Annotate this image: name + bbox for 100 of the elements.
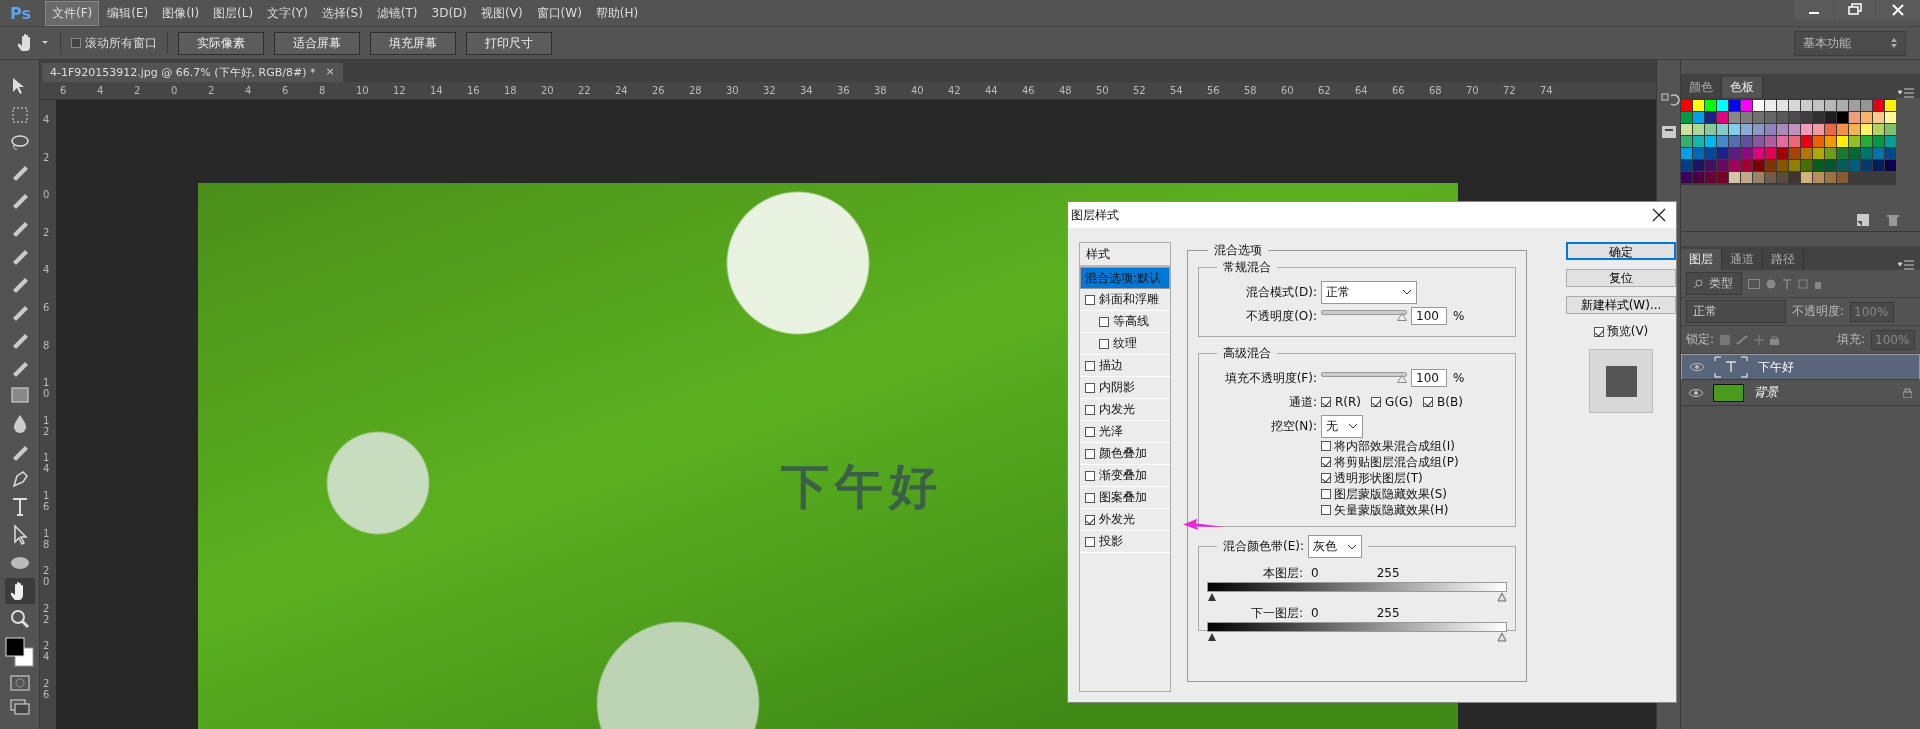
menu-item[interactable]: 帮助(H) (589, 1, 645, 25)
checkbox-label: 滚动所有窗口 (85, 34, 157, 52)
style-label: 等高线 (1113, 313, 1149, 330)
panel-tab[interactable]: 通道 (1722, 249, 1763, 270)
checkbox-label: 矢量蒙版隐藏效果(H) (1334, 501, 1449, 519)
style-item[interactable]: 等高线 (1080, 311, 1170, 333)
option-button[interactable]: 填充屏幕 (370, 31, 456, 55)
menu-item[interactable]: 文件(F) (44, 0, 100, 26)
ruler-number: 32 (762, 85, 777, 96)
ruler-number: 68 (1428, 85, 1443, 96)
ruler-number: 24 (614, 85, 629, 96)
style-item[interactable]: 光泽 (1080, 421, 1170, 443)
style-item[interactable]: 颜色叠加 (1080, 443, 1170, 465)
menu-item[interactable]: 选择(S) (315, 1, 369, 25)
ruler-number: 14 (429, 85, 444, 96)
ruler-number: 26 (42, 677, 47, 702)
ruler-number: 4 (244, 85, 253, 96)
panel-tab[interactable]: 色板 (1722, 77, 1763, 98)
ruler-number: 0 (170, 85, 179, 96)
ruler-number: 6 (42, 301, 47, 315)
ruler-number: 74 (1539, 85, 1554, 96)
opacity-input[interactable]: 100 (1411, 307, 1447, 325)
ruler-number: 4 (96, 85, 105, 96)
ruler-number: 38 (873, 85, 888, 96)
menu-item[interactable]: 图层(L) (207, 1, 260, 25)
document-tab[interactable]: 4-1F920153912.jpg @ 66.7% (下午好, RGB/8#) * × (42, 63, 343, 82)
style-item[interactable]: 斜面和浮雕 (1080, 289, 1170, 311)
menu-item[interactable]: 滤镜(T) (370, 1, 424, 25)
checkbox-label: 将内部效果混合成组(I) (1334, 437, 1455, 455)
ruler-number: 10 (42, 377, 47, 402)
checkbox-label: B(B) (1437, 395, 1463, 409)
layer-row[interactable]: 下午好 (1681, 354, 1920, 380)
range-value: 255 (1376, 606, 1400, 620)
workspace-dropdown[interactable]: 基本功能 (1794, 30, 1906, 56)
ruler-number: 16 (42, 489, 47, 514)
blend-mode-dropdown[interactable]: 正常 (1321, 280, 1417, 304)
panel-tab[interactable]: 路径 (1763, 249, 1804, 270)
dialog-button[interactable]: 新建样式(W)... (1566, 296, 1676, 314)
style-item[interactable]: 投影 (1080, 531, 1170, 553)
fill-input[interactable]: 100 (1411, 369, 1447, 387)
ruler-number: 40 (910, 85, 925, 96)
canvas-text: 下午好 (781, 457, 943, 516)
style-item[interactable]: 内阴影 (1080, 377, 1170, 399)
ruler-number: 6 (59, 85, 68, 96)
style-item[interactable]: 内发光 (1080, 399, 1170, 421)
filter-dropdown[interactable]: 类型 (1686, 272, 1742, 295)
ruler-number: 46 (1021, 85, 1036, 96)
field-label: 通道: (1287, 393, 1317, 411)
checkbox-label: 透明形状图层(T) (1334, 469, 1423, 487)
ruler-number: 30 (725, 85, 740, 96)
style-label: 纹理 (1113, 335, 1137, 352)
style-item[interactable]: 图案叠加 (1080, 487, 1170, 509)
ruler-number: 4 (42, 264, 47, 278)
panel-tab[interactable]: 图层 (1681, 249, 1722, 270)
field-label: 下一图层: (1249, 604, 1303, 622)
ruler-number: 34 (799, 85, 814, 96)
dialog-button[interactable]: 复位 (1566, 269, 1676, 287)
ruler-number: 72 (1502, 85, 1517, 96)
field-label: 不透明度(O): (1245, 307, 1317, 325)
style-item[interactable]: 渐变叠加 (1080, 465, 1170, 487)
menu-item[interactable]: 图像(I) (156, 1, 206, 25)
option-button[interactable]: 打印尺寸 (466, 31, 552, 55)
ruler-number: 44 (984, 85, 999, 96)
ruler-number: 2 (133, 85, 142, 96)
ruler-number: 22 (42, 602, 47, 627)
style-item[interactable]: 外发光 (1080, 509, 1170, 531)
ruler-number: 18 (42, 527, 47, 552)
style-label: 渐变叠加 (1099, 467, 1147, 484)
menu-item[interactable]: 3D(D) (425, 3, 474, 23)
ruler-number: 28 (688, 85, 703, 96)
ruler-number: 22 (577, 85, 592, 96)
range-value: 0 (1311, 566, 1319, 580)
style-item[interactable]: 纹理 (1080, 333, 1170, 355)
ruler-number: 0 (42, 189, 47, 203)
menu-item[interactable]: 窗口(W) (530, 1, 588, 25)
style-item[interactable]: 描边 (1080, 355, 1170, 377)
layer-row[interactable]: 背景 (1681, 380, 1920, 406)
style-label: 图案叠加 (1099, 489, 1147, 506)
ruler-number: 2 (42, 226, 47, 240)
blend-if-dropdown[interactable]: 灰色 (1308, 535, 1362, 558)
option-button[interactable]: 适合屏幕 (274, 31, 360, 55)
menu-item[interactable]: 视图(V) (475, 1, 529, 25)
dialog-button[interactable]: 确定 (1566, 242, 1676, 260)
close-tab-button[interactable]: × (325, 65, 335, 80)
style-label: 描边 (1099, 357, 1123, 374)
knockout-dropdown[interactable]: 无 (1321, 414, 1363, 438)
range-value: 0 (1311, 606, 1319, 620)
blend-mode-dropdown[interactable]: 正常 (1686, 300, 1786, 323)
ruler-number: 54 (1169, 85, 1184, 96)
style-item[interactable]: 混合选项:默认 (1080, 267, 1170, 289)
unit-label: % (1453, 309, 1465, 323)
ruler-number: 26 (651, 85, 666, 96)
style-label: 内阴影 (1099, 379, 1135, 396)
ruler-number: 24 (42, 640, 47, 665)
menu-item[interactable]: 文字(Y) (261, 1, 314, 25)
menu-item[interactable]: 编辑(E) (101, 1, 155, 25)
option-button[interactable]: 实际像素 (178, 31, 264, 55)
ruler-number: 8 (318, 85, 327, 96)
layer-name: 下午好 (1758, 358, 1794, 376)
ruler-number: 6 (281, 85, 290, 96)
